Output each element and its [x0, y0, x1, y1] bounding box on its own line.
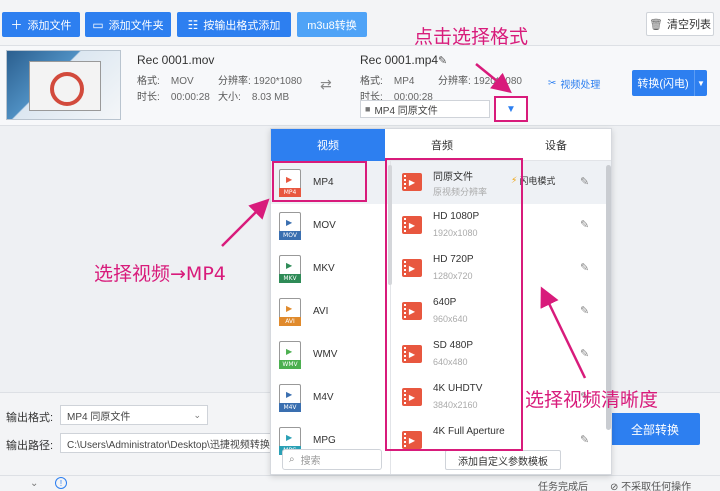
edit-icon[interactable]: ✎	[580, 347, 589, 360]
block-icon: ⊘	[610, 482, 619, 491]
edit-icon[interactable]: ✎	[580, 261, 589, 274]
m4v-file-icon: ▶ M4V	[279, 383, 301, 412]
resolution-highlight-box	[385, 158, 523, 451]
arrow-to-mp4	[221, 198, 270, 247]
video-process-button[interactable]: ✂ 视频处理	[548, 76, 600, 91]
format-select[interactable]: ■ MP4 同原文件	[360, 100, 490, 118]
add-folder-button[interactable]: ▭ 添加文件夹	[85, 12, 171, 37]
annotation-choose-mp4: 选择视频→MP4	[94, 263, 226, 285]
source-format: 格式: MOV	[137, 76, 194, 87]
tab-audio[interactable]: 音频	[385, 129, 499, 161]
edit-icon[interactable]: ✎	[580, 304, 589, 317]
source-resolution: 分辨率: 1920*1080	[218, 76, 302, 87]
convert-button[interactable]: 转换(闪电)	[632, 70, 694, 96]
toolbar: ＋添加文件 ▭ 添加文件夹 ☷ 按输出格式添加 m3u8转换 🗑 清空列表	[0, 0, 720, 46]
output-path-field[interactable]: C:\Users\Administrator\Desktop\迅捷视频转换	[60, 433, 272, 453]
scissors-icon: ✂	[548, 78, 557, 89]
plus-icon: ＋	[10, 18, 23, 32]
mkv-file-icon: ▶ MKV	[279, 254, 301, 283]
format-search-input[interactable]: ⌕ 搜索	[282, 449, 382, 470]
output-format-label: 输出格式:	[6, 412, 54, 424]
m3u8-button[interactable]: m3u8转换	[297, 12, 367, 37]
output-path-label: 输出路径:	[6, 440, 54, 452]
pencil-icon[interactable]: ✎	[438, 54, 447, 67]
format-item-mkv[interactable]: ▶ MKV MKV	[271, 247, 390, 290]
add-custom-template-button[interactable]: 添加自定义参数模板	[445, 450, 561, 470]
add-by-format-button[interactable]: ☷ 按输出格式添加	[177, 12, 291, 37]
source-size: 大小: 8.03 MB	[218, 92, 290, 103]
add-file-button[interactable]: ＋添加文件	[2, 12, 80, 37]
format-list: ▶ MP4 MP4 ▶ MOV MOV ▶ MKV MKV ▶ AVI AVI ▶ WMV…	[271, 161, 391, 474]
format-item-wmv[interactable]: ▶ WMV WMV	[271, 333, 390, 376]
video-icon: ■	[365, 104, 371, 114]
folder-icon: ▭	[92, 17, 104, 32]
video-thumbnail[interactable]	[6, 50, 121, 120]
format-tabs: 视频 音频 设备	[271, 129, 611, 161]
info-icon[interactable]: !	[55, 477, 67, 489]
trash-icon: 🗑	[649, 18, 663, 31]
annotation-click-format: 点击选择格式	[414, 26, 529, 48]
source-filename: Rec 0001.mov	[137, 53, 215, 67]
source-duration: 时长: 00:00:28	[137, 92, 210, 103]
clear-list-button[interactable]: 🗑 清空列表	[646, 12, 714, 36]
tab-video[interactable]: 视频	[271, 129, 385, 161]
shuffle-icon: ⇄	[320, 76, 332, 92]
format-item-mov[interactable]: ▶ MOV MOV	[271, 204, 390, 247]
file-row: Rec 0001.mov 格式: MOV 分辨率: 1920*1080 时长: …	[0, 46, 720, 126]
no-action-option[interactable]: ⊘ 不采取任何操作	[610, 478, 691, 491]
chevron-down-icon: ⌄	[193, 409, 201, 420]
edit-icon[interactable]: ✎	[580, 218, 589, 231]
tab-device[interactable]: 设备	[499, 129, 611, 161]
edit-icon[interactable]: ✎	[580, 433, 589, 446]
search-icon: ⌕	[289, 454, 295, 465]
annotation-choose-resolution: 选择视频清晰度	[525, 389, 659, 411]
convert-menu-button[interactable]: ▼	[694, 70, 707, 96]
target-format: 格式: MP4	[360, 76, 415, 87]
wmv-file-icon: ▶ WMV	[279, 340, 301, 369]
format-dropdown-button[interactable]: ▼	[494, 96, 528, 122]
convert-all-button[interactable]: 全部转换	[610, 413, 700, 445]
target-resolution: 分辨率: 1920*1080	[438, 76, 522, 87]
mov-file-icon: ▶ MOV	[279, 211, 301, 240]
format-item-m4v[interactable]: ▶ M4V M4V	[271, 376, 390, 419]
avi-file-icon: ▶ AVI	[279, 297, 301, 326]
chevron-down-icon[interactable]: ⌄	[30, 478, 38, 489]
mp4-highlight-box	[272, 161, 367, 202]
status-bar: ⌄ ! 任务完成后 ⊘ 不采取任何操作	[0, 475, 720, 491]
caret-down-icon: ▼	[506, 103, 516, 115]
output-format-select[interactable]: MP4 同原文件 ⌄	[60, 405, 208, 425]
target-filename: Rec 0001.mp4	[360, 53, 439, 67]
format-item-avi[interactable]: ▶ AVI AVI	[271, 290, 390, 333]
edit-icon[interactable]: ✎	[580, 175, 589, 188]
list-icon: ☷	[187, 17, 199, 32]
after-done-label: 任务完成后	[538, 482, 588, 491]
